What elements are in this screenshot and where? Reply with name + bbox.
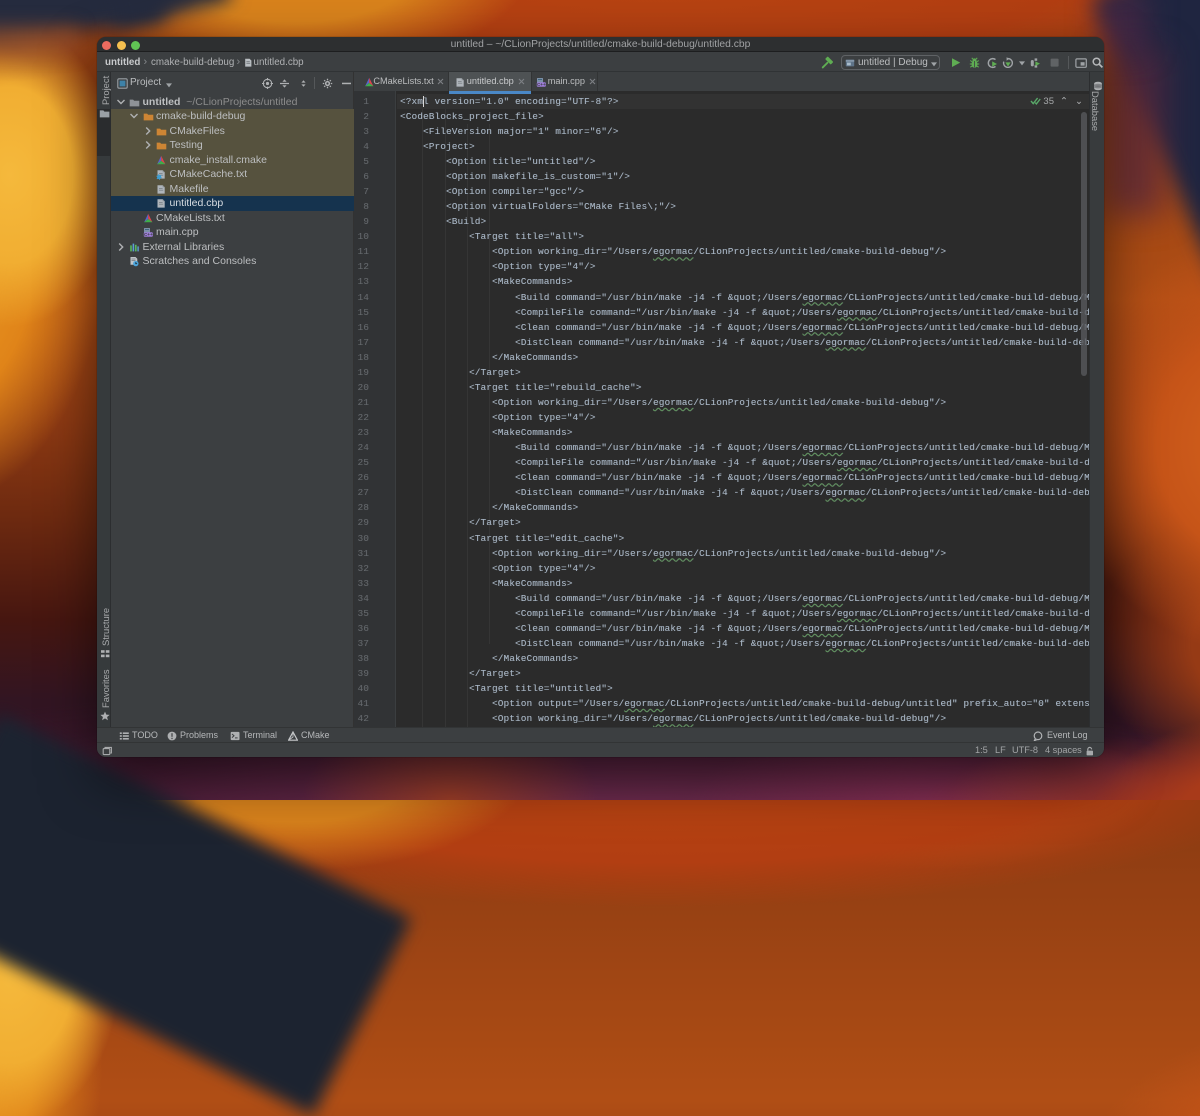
svg-text:C++: C++	[143, 232, 152, 237]
svg-text:C++: C++	[536, 82, 545, 87]
